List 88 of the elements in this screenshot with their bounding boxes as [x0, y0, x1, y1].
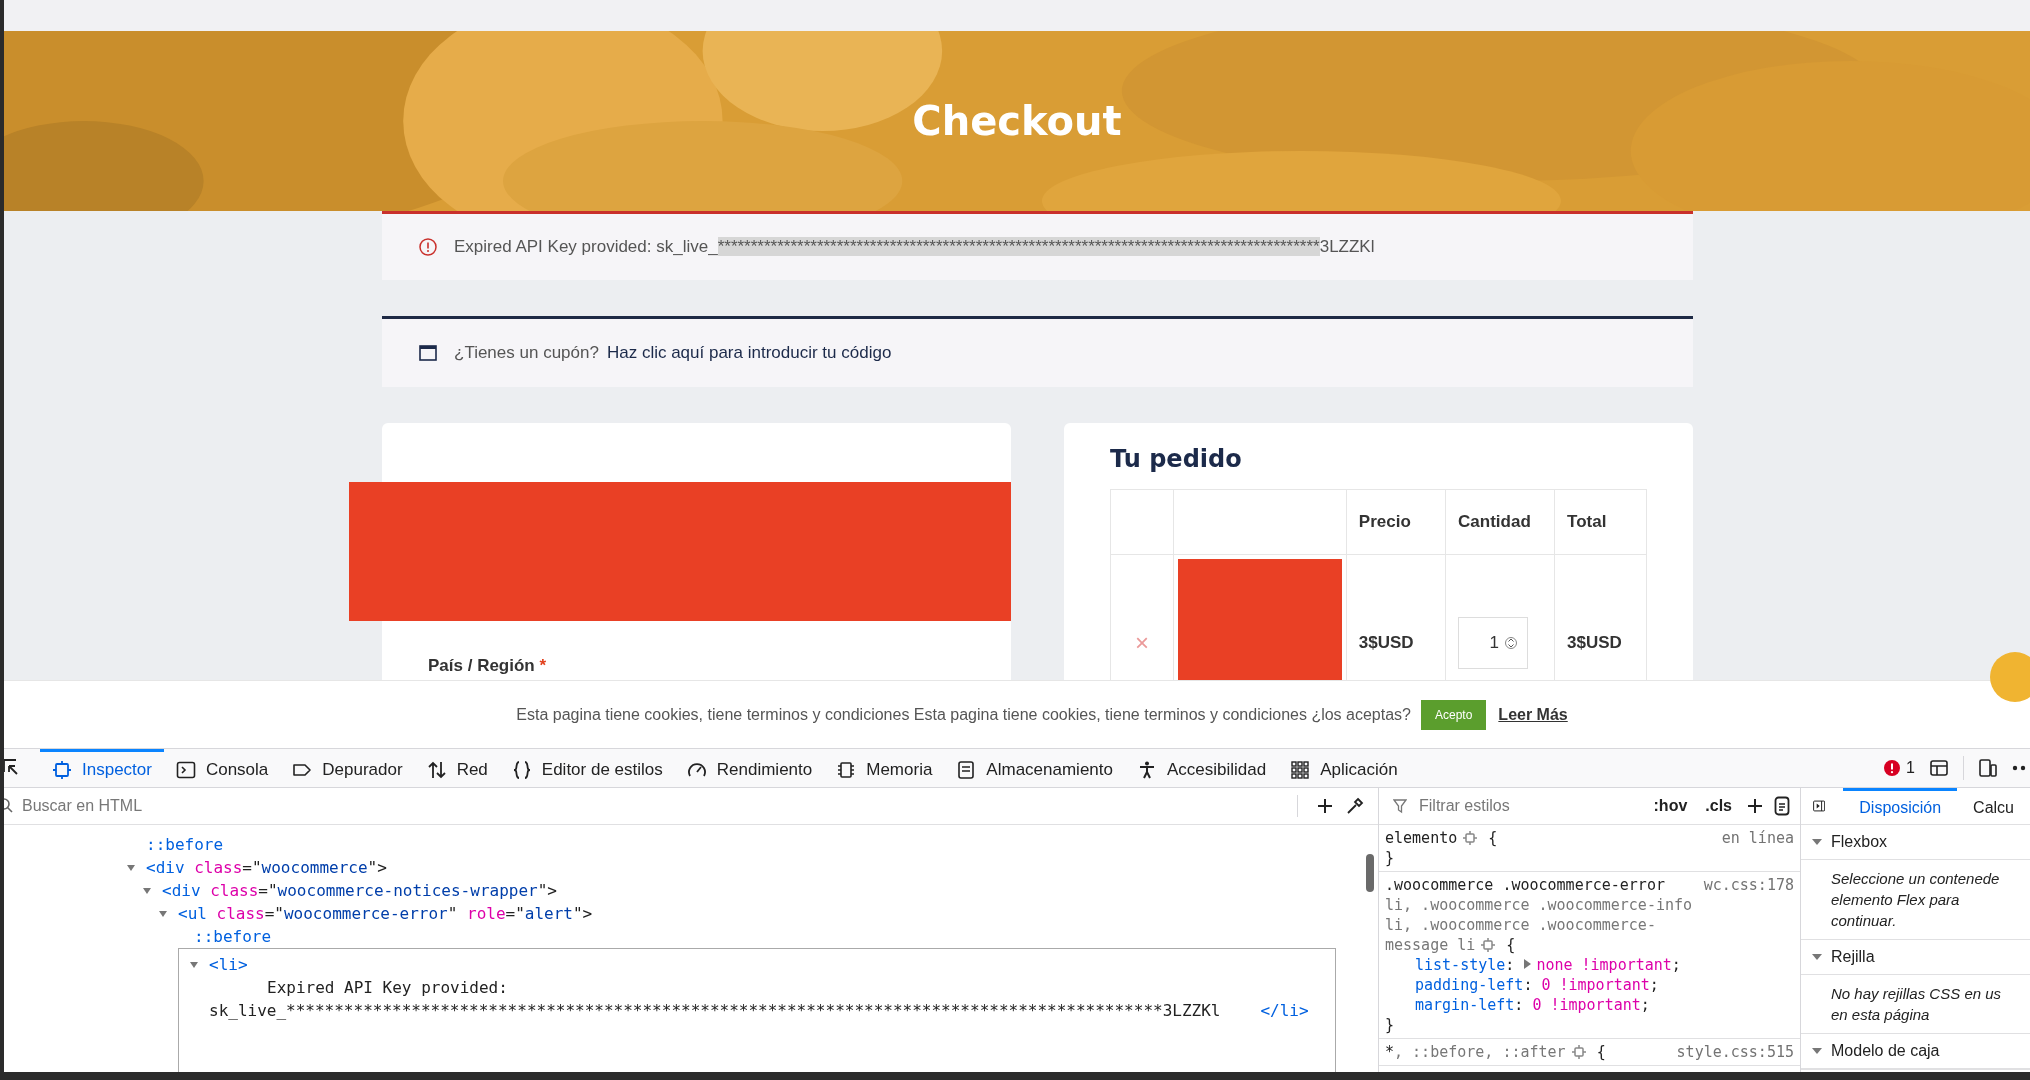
sidebar-toggle-icon[interactable]: [1813, 797, 1826, 815]
html-node-line[interactable]: <ul class="woocommerce-error" role="alert">: [178, 902, 593, 925]
section-message: Seleccione un contenede elemento Flex para continuar.: [1830, 869, 2001, 931]
add-icon[interactable]: [1316, 797, 1334, 815]
section-header[interactable]: Rejilla: [1801, 940, 2030, 975]
target-icon[interactable]: [1571, 1045, 1586, 1059]
column-header: Precio: [1346, 489, 1446, 555]
price-text: 3$USD: [1358, 633, 1414, 652]
expand-toggle-icon: [1811, 837, 1823, 847]
error-message: Expired API Key provided: sk_live_*******************************************************************************************3LZZKl: [454, 237, 1375, 257]
total-text: 3$USD: [1567, 633, 1622, 652]
section-header[interactable]: Flexbox: [1801, 825, 2030, 860]
column-header: Cantidad: [1445, 489, 1555, 555]
html-node-line[interactable]: <li>: [209, 953, 1309, 976]
expand-toggle-icon[interactable]: [142, 886, 152, 896]
braces-icon: [511, 759, 532, 780]
css-declaration[interactable]: list-style: none !important;: [1385, 955, 1794, 975]
html-node-line[interactable]: <div class="woocommerce">: [146, 856, 387, 879]
page-title: Checkout: [912, 98, 1122, 144]
layout-icon[interactable]: [1929, 758, 1949, 778]
classes-button[interactable]: .cls: [1701, 797, 1736, 815]
css-declaration[interactable]: margin-left: 0 !important;: [1385, 995, 1794, 1015]
coupon-link[interactable]: Haz clic aquí para introducir tu código: [606, 343, 892, 363]
sidebar-tab[interactable]: Disposición: [1843, 788, 1958, 824]
source-link[interactable]: en línea: [1721, 828, 1794, 848]
read-more-link[interactable]: Leer Más: [1498, 705, 1568, 724]
source-link[interactable]: style.css:515: [1676, 1042, 1794, 1062]
storage-icon: [956, 759, 977, 780]
alert-icon: [418, 237, 438, 257]
expand-toggle-icon[interactable]: [158, 909, 168, 919]
window-icon: [418, 343, 438, 363]
expand-toggle-icon[interactable]: [126, 863, 136, 873]
devtools-tab[interactable]: Aplicación: [1278, 749, 1410, 787]
grid-icon: [1290, 759, 1311, 780]
html-search-field[interactable]: Buscar en HTML: [20, 796, 1285, 816]
target-icon[interactable]: [1481, 938, 1496, 952]
quantity-field[interactable]: 1: [1458, 617, 1529, 669]
html-node-line[interactable]: <div class="woocommerce-notices-wrapper">: [162, 879, 557, 902]
expand-toggle-icon: [1811, 1046, 1823, 1056]
order-title: Tu pedido: [1110, 445, 1243, 473]
search-icon: [4, 798, 14, 814]
devtools-tab[interactable]: Red: [414, 749, 500, 787]
more-icon[interactable]: [2012, 765, 2026, 771]
html-node-line[interactable]: Expired API Key provided:: [209, 976, 1309, 999]
css-selector: *, ::before, ::after {: [1385, 1042, 1607, 1062]
devtools-tab[interactable]: Consola: [163, 749, 281, 787]
closing-brace: }: [1385, 848, 1396, 868]
add-icon[interactable]: [1746, 797, 1764, 815]
section-header[interactable]: Modelo de caja: [1801, 1034, 2030, 1069]
console-icon: [175, 759, 196, 780]
filter-icon: [1393, 798, 1407, 814]
pseudo-element-node[interactable]: ::before: [146, 833, 224, 856]
devtools-tab[interactable]: Rendimiento: [674, 749, 825, 787]
hover-states-button[interactable]: :hov: [1649, 797, 1692, 815]
section-message: No hay rejillas CSS en us en esta página: [1830, 984, 2003, 1025]
expand-toggle-icon[interactable]: [189, 960, 199, 970]
column-header: Total: [1554, 489, 1647, 555]
target-icon[interactable]: [1463, 831, 1478, 845]
eyedropper-icon[interactable]: [1346, 797, 1364, 815]
expand-toggle-icon: [1811, 952, 1823, 962]
person-icon: [1137, 759, 1157, 780]
devtools-tab[interactable]: Inspector: [40, 749, 164, 787]
spinner-icon: [1505, 634, 1518, 652]
html-node-line[interactable]: sk_live_*******************************************************************************************3LZZKl </li>: [209, 999, 1309, 1022]
inspector-icon: [52, 759, 72, 780]
devtools-tab[interactable]: Memoria: [824, 749, 945, 787]
chip-icon: [836, 759, 857, 780]
error-icon: [1884, 760, 1901, 776]
scrollbar-thumb[interactable]: [1366, 854, 1374, 892]
devtools-tab[interactable]: Editor de estilos: [499, 749, 675, 787]
coupon-text: ¿Tienes un cupón?: [454, 343, 599, 363]
sidebar-tab[interactable]: Calcu: [1957, 788, 2030, 824]
closing-brace: }: [1385, 1015, 1396, 1035]
field-label: País / Región *: [428, 657, 548, 675]
expand-arrow-icon[interactable]: [1523, 958, 1533, 970]
pseudo-element-node[interactable]: ::before: [194, 925, 272, 948]
cookie-text: Esta pagina tiene cookies, tiene terminos y condiciones Esta pagina tiene cookies, tiene terminos y condiciones ¿los aceptas?: [516, 705, 1411, 724]
css-selector: elemento {: [1385, 828, 1499, 848]
document-icon[interactable]: [1774, 796, 1790, 816]
source-link[interactable]: wc.css:178: [1703, 875, 1794, 955]
devtools-tab[interactable]: Almacenamiento: [944, 749, 1125, 787]
css-selector: .woocommerce .woocommerce-error li, .woocommerce .woocommerce-info li, .woocommerce .woocommerce-message li {: [1385, 875, 1694, 955]
arrows-icon: [426, 759, 447, 780]
responsive-icon[interactable]: [1978, 758, 1998, 778]
devtools-tab[interactable]: Accesibilidad: [1125, 749, 1279, 787]
devtools-tab[interactable]: Depurador: [280, 749, 415, 787]
error-count[interactable]: 1: [1884, 759, 1915, 777]
css-declaration[interactable]: padding-left: 0 !important;: [1385, 975, 1794, 995]
